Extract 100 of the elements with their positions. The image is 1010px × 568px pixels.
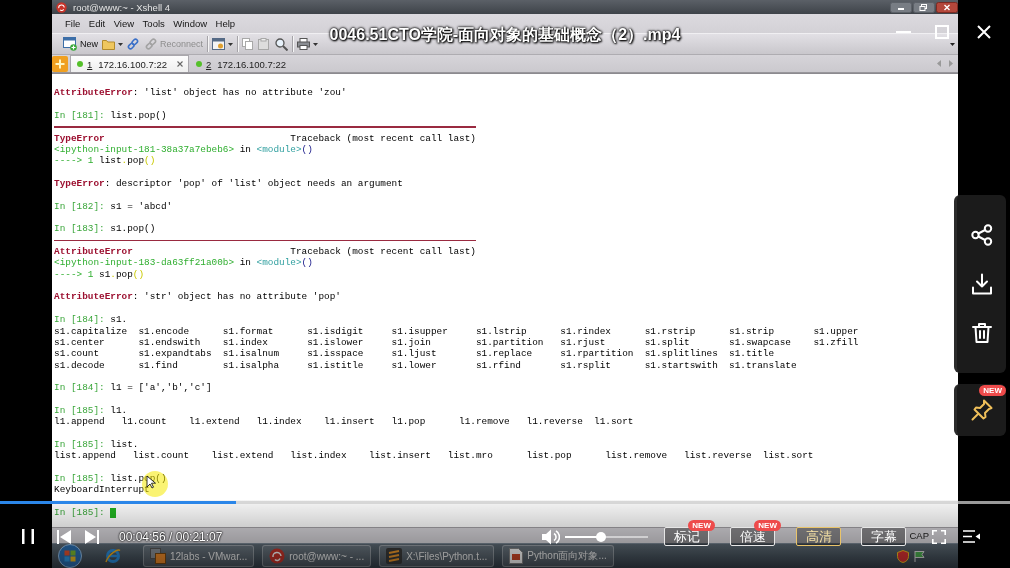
completion-item: s1.strip: [729, 325, 774, 337]
completion-item: s1.center: [54, 336, 105, 349]
command-line: In [185]: list.: [54, 438, 139, 450]
caret-icon[interactable]: [118, 42, 123, 46]
completion-item: s1.title: [729, 348, 774, 360]
completion-item: s1.partition: [475, 336, 544, 349]
completion-item: s1.isdigit: [307, 325, 364, 337]
menu-item[interactable]: Window: [173, 18, 208, 29]
completion-item: s1.isupper: [391, 325, 448, 337]
completion-item: s1.startswith: [644, 359, 718, 371]
command-line: In [184]: l1 = ['a','b','c']: [54, 382, 212, 394]
completion-item: s1.endswith: [138, 336, 201, 349]
completion-item: s1.join: [391, 336, 431, 349]
output-line: KeyboardInterrupt: [54, 484, 150, 496]
completion-item: list.count: [132, 450, 189, 462]
completion-item: s1.zfill: [813, 336, 859, 349]
squares-icon: [150, 548, 166, 564]
new-button[interactable]: New: [63, 35, 98, 53]
error-type: TypeError: [54, 132, 105, 144]
completion-item: s1.find: [138, 359, 178, 371]
download-icon[interactable]: [970, 273, 993, 295]
completion-item: s1.capitalize: [54, 325, 128, 337]
completion-item: s1.rsplit: [560, 359, 611, 371]
completion-item: l1.pop: [391, 416, 426, 428]
flag-icon[interactable]: [914, 550, 926, 562]
caret-icon[interactable]: [228, 42, 234, 46]
pause-icon[interactable]: [22, 529, 34, 544]
command-line: In [185]:: [54, 507, 105, 518]
completion-item: s1.rjust: [560, 336, 606, 349]
menu-item[interactable]: Help: [215, 18, 236, 29]
menu-item[interactable]: View: [113, 18, 135, 29]
player-option-button[interactable]: 高清: [796, 527, 841, 546]
volume-icon[interactable]: [542, 528, 560, 545]
window-title: root@www:~ - Xshell 4: [73, 1, 171, 13]
command-line: In [185]: l1.: [54, 404, 128, 416]
completion-item: s1.istitle: [307, 359, 364, 371]
caret-icon[interactable]: [313, 42, 319, 46]
completion-item: l1.count: [121, 416, 167, 428]
fullscreen-icon[interactable]: [932, 529, 946, 544]
document-icon: [509, 548, 524, 564]
delete-icon[interactable]: [970, 322, 993, 344]
error-message: AttributeError: 'str' object has no attribute 'pop': [54, 291, 341, 303]
completion-item: s1.ljust: [391, 348, 437, 360]
completion-item: l1.extend: [189, 416, 240, 428]
completion-item: list.extend: [211, 450, 274, 462]
playlist-icon[interactable]: [963, 530, 980, 543]
command-line: In [181]: list.pop(): [54, 110, 167, 121]
completion-item: s1.rfind: [475, 359, 521, 371]
restore-icon[interactable]: [913, 1, 935, 13]
completion-item: s1.format: [222, 325, 274, 337]
completion-item: s1.swapcase: [729, 336, 791, 349]
pin-icon[interactable]: [970, 399, 993, 421]
session-tab[interactable]: 1 172.16.100.7:22: [70, 55, 189, 72]
completion-item: list.append: [54, 450, 116, 462]
player-option-button[interactable]: 标记: [664, 527, 709, 546]
player-option-button[interactable]: 字幕: [861, 527, 906, 546]
completion-item: s1.replace: [475, 348, 533, 360]
command-line: In [182]: s1 = 'abcd': [54, 200, 173, 212]
menu-item[interactable]: File: [65, 18, 81, 29]
new-window-icon: [63, 37, 77, 51]
completion-item: l1.sort: [594, 416, 634, 428]
shield-icon[interactable]: [897, 549, 909, 563]
caret-icon[interactable]: [950, 42, 955, 46]
completion-item: s1.lstrip: [475, 325, 527, 337]
traceback-source-line: ----> 1 s1.pop(): [54, 268, 145, 280]
completion-item: list.pop: [526, 450, 572, 462]
slider-thumb[interactable]: [595, 531, 606, 542]
minimize-icon[interactable]: [890, 1, 912, 13]
completion-item: s1.index: [222, 336, 268, 349]
printer-icon[interactable]: [297, 38, 311, 50]
command-line: In [183]: s1.pop(): [54, 223, 156, 235]
player-option-button[interactable]: 倍速: [730, 527, 775, 546]
window-icon[interactable]: [212, 38, 226, 50]
video-title: 0046.51CTO学院-面向对象的基础概念（2）.mp4: [329, 25, 681, 45]
link-icon[interactable]: [127, 38, 139, 50]
menu-item[interactable]: Edit: [88, 18, 106, 29]
next-icon[interactable]: [85, 529, 99, 544]
completion-item: s1.splitlines: [644, 348, 718, 360]
completion-item: s1.isspace: [307, 348, 364, 360]
playback-time: 00:04:56 / 00:21:07: [119, 529, 223, 544]
close-icon[interactable]: [936, 1, 958, 13]
completion-item: l1.remove: [459, 416, 510, 428]
previous-icon[interactable]: [57, 529, 71, 544]
menu-item[interactable]: Tools: [142, 18, 165, 29]
share-icon[interactable]: [970, 224, 993, 246]
error-type: AttributeError: [54, 246, 133, 258]
completion-item: s1.isalnum: [222, 348, 279, 360]
completion-item: l1.index: [256, 416, 302, 428]
error-message: TypeError: descriptor 'pop' of 'list' object needs an argument: [54, 178, 403, 190]
completion-item: s1.encode: [138, 325, 189, 337]
start-button[interactable]: [58, 544, 82, 568]
session-tab[interactable]: 2 172.16.100.7:22: [189, 55, 292, 72]
completion-item: list.mro: [447, 450, 493, 462]
traceback-source-line: ----> 1 list.pop(): [54, 155, 156, 167]
completion-item: l1.append: [54, 416, 105, 428]
new-badge: NEW: [979, 385, 1006, 396]
completion-item: s1.decode: [54, 359, 105, 371]
progress-track[interactable]: [0, 501, 1010, 504]
browser-icon[interactable]: [105, 548, 121, 564]
search-icon[interactable]: [275, 37, 289, 51]
